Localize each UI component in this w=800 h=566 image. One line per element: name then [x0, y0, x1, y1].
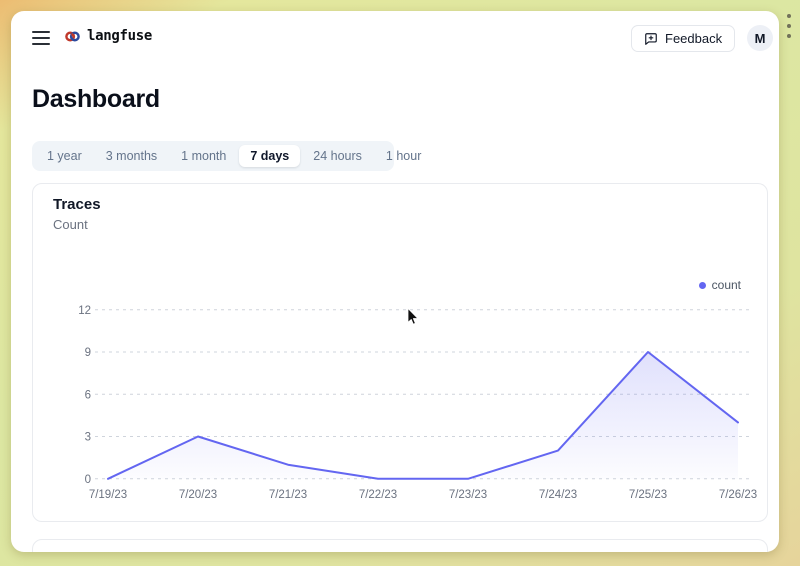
- y-tick-label: 0: [85, 474, 91, 486]
- tab-1-year[interactable]: 1 year: [36, 145, 93, 167]
- hamburger-menu-icon[interactable]: [32, 31, 50, 45]
- area-fill: [108, 352, 738, 479]
- traces-chart-card: Traces Count count 0369127/19/237/20/237…: [32, 183, 768, 522]
- tab-7-days[interactable]: 7 days: [239, 145, 300, 167]
- app-window: langfuse Feedback M Dashboard 1 year 3 m…: [11, 11, 779, 552]
- feedback-button-label: Feedback: [665, 31, 722, 46]
- feedback-button[interactable]: Feedback: [631, 25, 735, 52]
- x-tick-label: 7/22/23: [359, 489, 397, 501]
- tab-24-hours[interactable]: 24 hours: [302, 145, 373, 167]
- x-tick-label: 7/26/23: [719, 489, 757, 501]
- desktop-background: { "navbar": { "logo_text": "langfuse", "…: [0, 0, 800, 566]
- app-logo[interactable]: langfuse: [65, 28, 152, 44]
- next-card-partial: [32, 539, 768, 552]
- logo-text: langfuse: [87, 28, 152, 44]
- x-tick-label: 7/21/23: [269, 489, 307, 501]
- tab-1-hour[interactable]: 1 hour: [375, 145, 432, 167]
- page-title: Dashboard: [32, 85, 160, 114]
- tab-1-month[interactable]: 1 month: [170, 145, 237, 167]
- y-tick-label: 3: [85, 432, 91, 444]
- knot-logo-icon: [65, 29, 80, 44]
- x-tick-label: 7/24/23: [539, 489, 577, 501]
- tab-3-months[interactable]: 3 months: [95, 145, 168, 167]
- avatar-initial: M: [755, 31, 766, 46]
- x-tick-label: 7/25/23: [629, 489, 667, 501]
- traces-area-chart[interactable]: 0 3 6 9 12 7/19/23 7/20/23 7/21/23 7/22/23 7/23/2…: [33, 184, 769, 523]
- x-tick-label: 7/19/23: [89, 489, 127, 501]
- x-tick-label: 7/23/23: [449, 489, 487, 501]
- avatar[interactable]: M: [747, 25, 773, 51]
- vertical-dots-icon: [787, 14, 791, 38]
- top-navbar: langfuse Feedback M: [11, 11, 779, 67]
- y-tick-label: 6: [85, 389, 91, 401]
- time-range-tabbar: 1 year 3 months 1 month 7 days 24 hours …: [32, 141, 394, 171]
- message-plus-icon: [644, 32, 658, 46]
- y-tick-label: 9: [85, 347, 91, 359]
- y-tick-label: 12: [78, 305, 91, 317]
- x-tick-label: 7/20/23: [179, 489, 217, 501]
